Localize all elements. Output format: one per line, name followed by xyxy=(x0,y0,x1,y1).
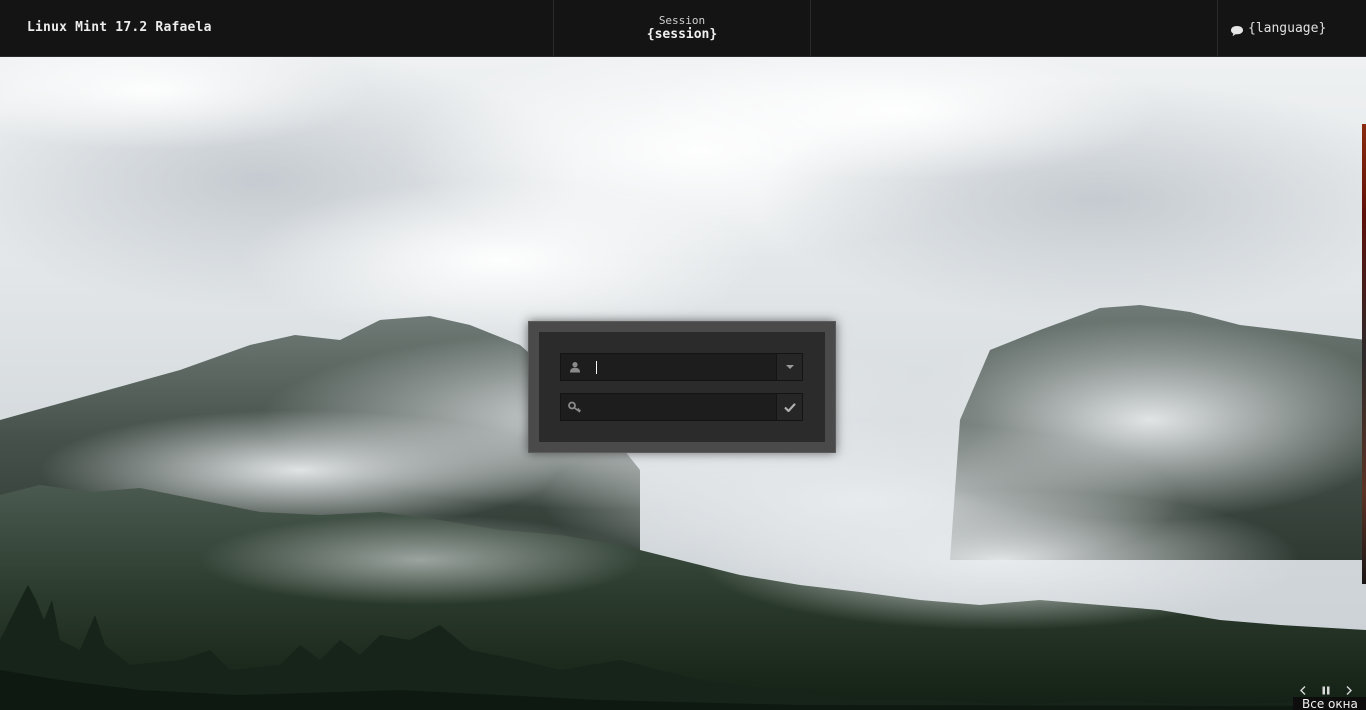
key-icon xyxy=(561,394,589,420)
top-panel: Linux Mint 17.2 Rafaela Session {session… xyxy=(0,0,1366,57)
chevron-down-icon xyxy=(785,365,794,369)
all-windows-button[interactable]: Все окна xyxy=(1293,697,1366,710)
language-value: {language} xyxy=(1248,20,1327,36)
speech-bubble-icon xyxy=(1230,22,1244,37)
panel-spacer xyxy=(811,0,1217,56)
user-icon xyxy=(561,354,589,380)
login-submit-button[interactable] xyxy=(776,394,802,420)
hostname-label: Linux Mint 17.2 Rafaela xyxy=(27,20,212,35)
login-form xyxy=(539,332,825,442)
user-dropdown-button[interactable] xyxy=(776,354,802,380)
session-label: Session xyxy=(658,13,706,27)
username-input[interactable] xyxy=(589,354,776,380)
session-selector[interactable]: Session {session} xyxy=(553,0,811,56)
edge-strip xyxy=(1362,124,1366,584)
session-value: {session} xyxy=(646,26,718,42)
login-dialog xyxy=(528,321,836,453)
username-field xyxy=(560,353,803,381)
password-input[interactable] xyxy=(589,394,776,420)
language-selector[interactable]: {language} xyxy=(1217,0,1366,56)
text-cursor xyxy=(596,361,597,374)
password-field xyxy=(560,393,803,421)
hostname-section: Linux Mint 17.2 Rafaela xyxy=(0,0,553,56)
checkmark-icon xyxy=(783,403,796,412)
